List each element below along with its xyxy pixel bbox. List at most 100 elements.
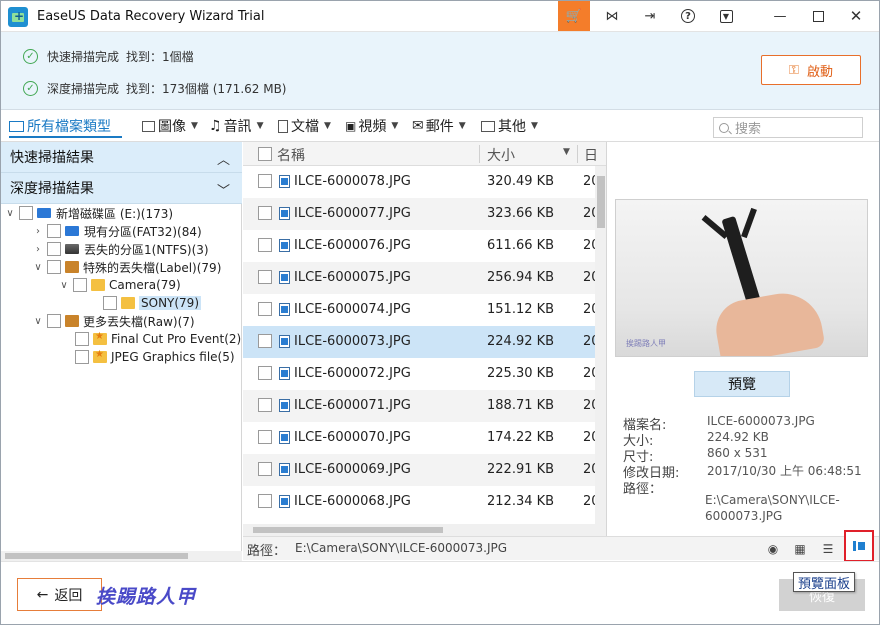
- list-view-icon[interactable]: ☰: [820, 541, 836, 557]
- back-button[interactable]: ← 返回: [17, 578, 102, 611]
- row-checkbox[interactable]: [258, 366, 272, 380]
- file-row[interactable]: ILCE-6000072.JPG 225.30 KB 20: [243, 358, 600, 390]
- row-checkbox[interactable]: [258, 302, 272, 316]
- deep-scan-status: ✓ 深度掃描完成 找到：173個檔 (171.62 MB): [23, 79, 287, 97]
- grid-view-icon[interactable]: ▦: [792, 541, 808, 557]
- document-icon: [278, 119, 288, 133]
- file-row[interactable]: ILCE-6000075.JPG 256.94 KB 20: [243, 262, 600, 294]
- sort-down-icon[interactable]: ▼: [563, 147, 570, 157]
- tree-node-lost-partition[interactable]: › 丟失的分區1(NTFS)(3): [31, 240, 209, 258]
- quick-scan-results-header[interactable]: 快速掃描結果 ︿: [1, 142, 242, 173]
- expand-icon[interactable]: ›: [31, 244, 45, 255]
- tree-checkbox[interactable]: [47, 260, 61, 274]
- label-icon: [65, 261, 79, 273]
- tab-audio[interactable]: ♫ 音訊 ▼: [209, 116, 263, 136]
- mail-icon: ✉: [412, 118, 424, 134]
- raw-icon: [65, 315, 79, 327]
- row-checkbox[interactable]: [258, 494, 272, 508]
- tab-video[interactable]: ▣ 視頻 ▼: [345, 116, 398, 136]
- star-folder-icon: [93, 331, 107, 345]
- menu-button[interactable]: ▼: [707, 1, 745, 31]
- file-row[interactable]: ILCE-6000077.JPG 323.66 KB 20: [243, 198, 600, 230]
- activate-label: 啟動: [806, 64, 833, 80]
- search-placeholder: 搜索: [735, 122, 762, 137]
- file-row-selected[interactable]: ILCE-6000073.JPG 224.92 KB 20: [243, 326, 600, 358]
- row-checkbox[interactable]: [258, 238, 272, 252]
- tab-mail[interactable]: ✉ 郵件 ▼: [412, 116, 466, 136]
- collapse-icon[interactable]: ∨: [31, 316, 45, 327]
- file-row[interactable]: ILCE-6000076.JPG 611.66 KB 20: [243, 230, 600, 262]
- search-input[interactable]: 搜索: [713, 117, 863, 138]
- collapse-icon[interactable]: ∨: [57, 280, 71, 291]
- check-icon: ✓: [23, 80, 38, 96]
- vertical-scrollbar[interactable]: [595, 166, 606, 524]
- tab-other[interactable]: 其他 ▼: [481, 116, 538, 136]
- tree-node-jpeg-graphics[interactable]: JPEG Graphics file(5): [59, 348, 235, 366]
- tree-checkbox[interactable]: [47, 314, 61, 328]
- cart-button[interactable]: 🛒: [558, 1, 590, 31]
- tab-all-file-types[interactable]: 所有檔案類型: [9, 116, 111, 136]
- file-row[interactable]: ILCE-6000069.JPG 222.91 KB 20: [243, 454, 600, 486]
- tree-node-camera[interactable]: ∨ Camera(79): [57, 276, 181, 294]
- chevron-down-icon: ▼: [324, 121, 331, 131]
- minimize-button[interactable]: —: [761, 1, 799, 31]
- share-button[interactable]: ⋈: [593, 1, 631, 31]
- tree-checkbox[interactable]: [47, 242, 61, 256]
- column-header-size[interactable]: 大小: [487, 145, 515, 165]
- exit-button[interactable]: ⇥: [631, 1, 669, 31]
- row-checkbox[interactable]: [258, 462, 272, 476]
- row-checkbox[interactable]: [258, 270, 272, 284]
- expand-icon[interactable]: ›: [31, 226, 45, 237]
- app-window: EaseUS Data Recovery Wizard Trial 🛒 ⋈ ⇥ …: [0, 0, 880, 625]
- file-row[interactable]: ILCE-6000071.JPG 188.71 KB 20: [243, 390, 600, 422]
- horizontal-scrollbar[interactable]: [1, 551, 242, 561]
- collapse-icon[interactable]: ∨: [3, 208, 17, 219]
- tree-checkbox[interactable]: [103, 296, 117, 310]
- file-row[interactable]: ILCE-6000078.JPG 320.49 KB 20: [243, 166, 600, 198]
- tree-node-more-lost-files[interactable]: ∨ 更多丟失檔(Raw)(7): [31, 312, 195, 330]
- file-row[interactable]: ILCE-6000068.JPG 212.34 KB 20: [243, 486, 600, 518]
- drive-icon: [37, 208, 51, 218]
- scrollbar-thumb[interactable]: [253, 527, 443, 533]
- column-header-name[interactable]: 名稱: [277, 145, 305, 165]
- maximize-button[interactable]: [799, 1, 837, 31]
- help-button[interactable]: ?: [669, 1, 707, 31]
- tree-node-sony[interactable]: SONY(79): [87, 294, 202, 312]
- close-button[interactable]: ✕: [837, 1, 875, 31]
- tree-checkbox[interactable]: [75, 350, 89, 364]
- image-file-icon: [279, 239, 290, 252]
- deep-scan-results-header[interactable]: 深度掃描結果 ﹀: [1, 173, 242, 204]
- file-row[interactable]: ILCE-6000074.JPG 151.12 KB 20: [243, 294, 600, 326]
- preview-panel-toggle-button[interactable]: [844, 530, 874, 562]
- horizontal-scrollbar[interactable]: [243, 524, 606, 536]
- file-row[interactable]: ILCE-6000070.JPG 174.22 KB 20: [243, 422, 600, 454]
- scrollbar-thumb[interactable]: [597, 176, 605, 228]
- column-header-date[interactable]: 日: [584, 145, 598, 165]
- bottom-bar: ← 返回 挨踢路人甲 恢復 預覽面板: [1, 561, 879, 624]
- tree-node-fat32-partition[interactable]: › 現有分區(FAT32)(84): [31, 222, 202, 240]
- preview-button[interactable]: 預覽: [694, 371, 790, 397]
- select-all-checkbox[interactable]: [258, 147, 272, 161]
- row-checkbox[interactable]: [258, 334, 272, 348]
- image-file-icon: [279, 463, 290, 476]
- row-checkbox[interactable]: [258, 398, 272, 412]
- scrollbar-thumb[interactable]: [5, 553, 188, 559]
- eye-icon[interactable]: ◉: [765, 541, 781, 557]
- row-checkbox[interactable]: [258, 206, 272, 220]
- tree-node-volume-e[interactable]: ∨ 新增磁碟區 (E:)(173): [3, 204, 173, 222]
- activate-button[interactable]: ⚿ 啟動: [761, 55, 861, 85]
- app-icon: [8, 7, 28, 27]
- tab-images[interactable]: 圖像 ▼: [142, 116, 198, 136]
- tree-checkbox[interactable]: [19, 206, 33, 220]
- image-file-icon: [279, 431, 290, 444]
- tab-documents[interactable]: 文檔 ▼: [278, 116, 331, 136]
- tree-checkbox[interactable]: [47, 224, 61, 238]
- tree-checkbox[interactable]: [75, 332, 89, 346]
- row-checkbox[interactable]: [258, 174, 272, 188]
- row-checkbox[interactable]: [258, 430, 272, 444]
- scan-results-panel: 快速掃描結果 ︿ 深度掃描結果 ﹀ ∨ 新增磁碟區 (E:)(173) › 現有…: [1, 142, 242, 562]
- tree-node-final-cut-pro[interactable]: Final Cut Pro Event(2): [59, 330, 241, 348]
- collapse-icon[interactable]: ∨: [31, 262, 45, 273]
- tree-checkbox[interactable]: [73, 278, 87, 292]
- tree-node-special-lost-files[interactable]: ∨ 特殊的丟失檔(Label)(79): [31, 258, 221, 276]
